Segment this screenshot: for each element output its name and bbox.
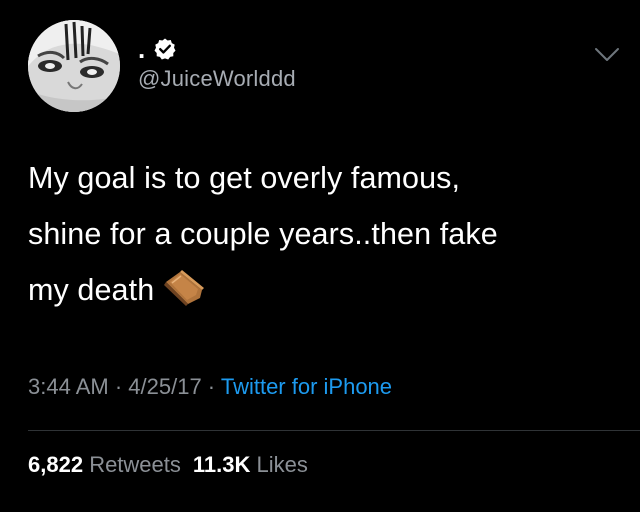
tweet-meta: 3:44 AM · 4/25/17 · Twitter for iPhone <box>28 374 392 400</box>
tweet-text-line: My goal is to get overly famous, <box>28 161 461 195</box>
tweet-text: My goal is to get overly famous, shine f… <box>28 150 618 318</box>
tweet-text-line-last: my death <box>28 262 618 318</box>
divider <box>28 430 640 431</box>
tweet-time[interactable]: 3:44 AM <box>28 374 109 399</box>
meta-separator: · <box>108 374 129 399</box>
name-row: . <box>138 36 177 62</box>
likes-count: 11.3K <box>192 452 251 477</box>
tweet-text-line: shine for a couple years..then fake <box>28 217 498 251</box>
retweets-label: Retweets <box>89 452 181 477</box>
tweet-text-line: my death <box>28 273 155 307</box>
meta-separator: · <box>201 374 221 399</box>
avatar[interactable] <box>28 20 120 112</box>
user-handle[interactable]: @JuiceWorlddd <box>138 66 296 92</box>
tweet-card: . @JuiceWorlddd My goal is to get overly… <box>0 0 640 512</box>
tweet-source-link[interactable]: Twitter for iPhone <box>221 374 392 399</box>
tweet-stats: 6,822 Retweets 11.3K Likes <box>28 452 308 478</box>
tweet-date[interactable]: 4/25/17 <box>128 374 201 399</box>
chevron-down-icon[interactable] <box>592 44 622 66</box>
verified-badge-icon <box>153 37 177 61</box>
display-name[interactable]: . <box>138 36 145 62</box>
coffin-icon <box>160 268 208 308</box>
likes-stat[interactable]: 11.3K Likes <box>193 452 308 477</box>
avatar-image <box>28 20 120 112</box>
retweets-stat[interactable]: 6,822 Retweets <box>28 452 181 477</box>
likes-label: Likes <box>256 452 308 477</box>
retweets-count: 6,822 <box>28 452 84 477</box>
